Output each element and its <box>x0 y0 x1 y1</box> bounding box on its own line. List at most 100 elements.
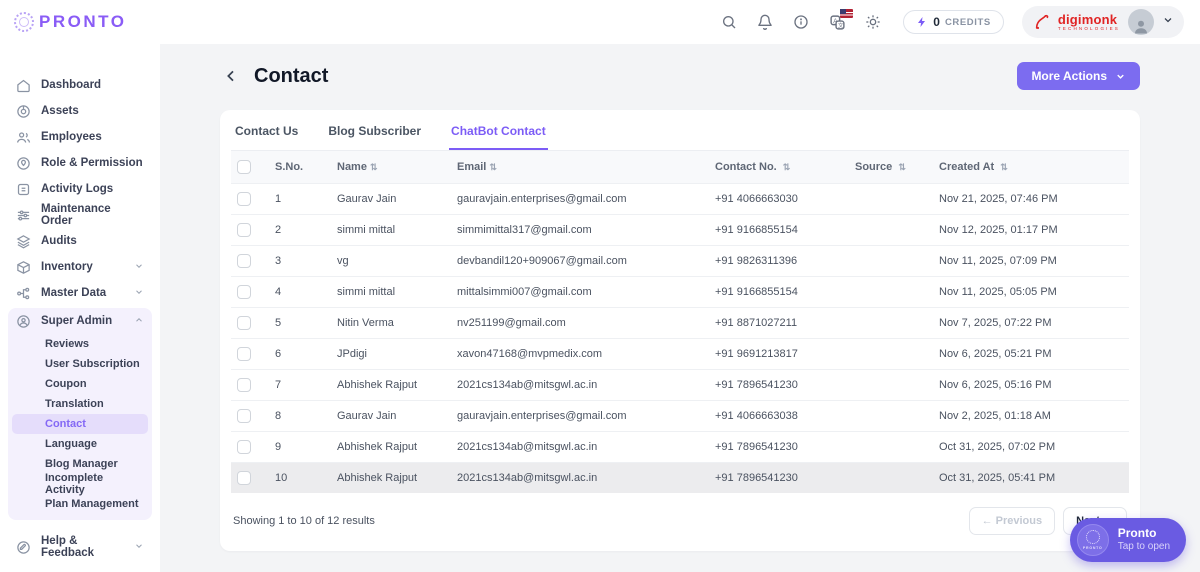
table-row[interactable]: 5 Nitin Verma nv251199@gmail.com +91 887… <box>231 308 1129 339</box>
cell-source <box>849 463 933 494</box>
language-translate-icon[interactable]: A文 <box>823 8 851 36</box>
cell-email: gauravjain.enterprises@gmail.com <box>451 401 709 432</box>
main-content: Contact More Actions Contact Us Blog Sub… <box>160 44 1200 572</box>
notification-bell-icon[interactable] <box>751 8 779 36</box>
table-row[interactable]: 10 Abhishek Rajput 2021cs134ab@mitsgwl.a… <box>231 463 1129 494</box>
table-row[interactable]: 7 Abhishek Rajput 2021cs134ab@mitsgwl.ac… <box>231 370 1129 401</box>
column-sno: S.No. <box>269 151 331 184</box>
cell-email: 2021cs134ab@mitsgwl.ac.in <box>451 463 709 494</box>
more-actions-button[interactable]: More Actions <box>1017 62 1140 90</box>
cell-created: Oct 31, 2025, 05:41 PM <box>933 463 1129 494</box>
sidebar-item-maintenance-order[interactable]: Maintenance Order <box>8 202 152 228</box>
chevron-down-icon <box>1115 71 1126 82</box>
row-checkbox[interactable] <box>237 347 251 361</box>
sidebar-subitem-translation[interactable]: Translation <box>12 394 148 414</box>
sidebar-item-help-feedback[interactable]: Help & Feedback <box>8 534 152 560</box>
sidebar-item-role-permission[interactable]: Role & Permission <box>8 150 152 176</box>
sort-icon[interactable]: ⇅ <box>783 162 791 172</box>
org-logo-text: digimonk TECHNOLOGIES <box>1058 13 1120 32</box>
table-row[interactable]: 6 JPdigi xavon47168@mvpmedix.com +91 969… <box>231 339 1129 370</box>
pronto-chat-widget[interactable]: PRONTO Pronto Tap to open <box>1070 518 1186 562</box>
sidebar-subitem-user-subscription[interactable]: User Subscription <box>12 354 148 374</box>
pronto-globe-icon <box>14 12 34 32</box>
cell-email: 2021cs134ab@mitsgwl.ac.in <box>451 370 709 401</box>
select-all-checkbox[interactable] <box>237 160 251 174</box>
table-row[interactable]: 8 Gaurav Jain gauravjain.enterprises@gma… <box>231 401 1129 432</box>
column-name[interactable]: Name⇅ <box>331 151 451 184</box>
table-row[interactable]: 2 simmi mittal simmimittal317@gmail.com … <box>231 215 1129 246</box>
cell-created: Nov 7, 2025, 07:22 PM <box>933 308 1129 339</box>
row-checkbox[interactable] <box>237 440 251 454</box>
table-row[interactable]: 3 vg devbandil120+909067@gmail.com +91 9… <box>231 246 1129 277</box>
account-chevron-down-icon[interactable] <box>1162 13 1174 31</box>
network-icon <box>16 286 31 301</box>
column-source[interactable]: Source ⇅ <box>849 151 933 184</box>
row-checkbox[interactable] <box>237 285 251 299</box>
sidebar-subitem-reviews[interactable]: Reviews <box>12 334 148 354</box>
sidebar-item-dashboard[interactable]: Dashboard <box>8 72 152 98</box>
cell-contact: +91 9166855154 <box>709 215 849 246</box>
table-row[interactable]: 4 simmi mittal mittalsimmi007@gmail.com … <box>231 277 1129 308</box>
row-checkbox[interactable] <box>237 223 251 237</box>
table-row[interactable]: 9 Abhishek Rajput 2021cs134ab@mitsgwl.ac… <box>231 432 1129 463</box>
row-checkbox[interactable] <box>237 254 251 268</box>
column-created[interactable]: Created At ⇅ <box>933 151 1129 184</box>
search-icon[interactable] <box>715 8 743 36</box>
sort-icon[interactable]: ⇅ <box>370 162 378 172</box>
pronto-logo[interactable]: PRONTO <box>14 12 126 32</box>
row-checkbox[interactable] <box>237 378 251 392</box>
sort-icon[interactable]: ⇅ <box>1000 162 1008 172</box>
credits-badge[interactable]: 0 CREDITS <box>903 10 1004 34</box>
sidebar-item-label: Audits <box>41 235 77 247</box>
column-email[interactable]: Email⇅ <box>451 151 709 184</box>
role-icon <box>16 156 31 171</box>
sidebar-item-audits[interactable]: Audits <box>8 228 152 254</box>
cell-created: Nov 12, 2025, 01:17 PM <box>933 215 1129 246</box>
sidebar-subitem-incomplete-activity[interactable]: Incomplete Activity <box>12 474 148 494</box>
sidebar-item-master-data[interactable]: Master Data <box>8 280 152 306</box>
cell-sno: 7 <box>269 370 331 401</box>
cell-sno: 6 <box>269 339 331 370</box>
page-header: Contact More Actions <box>220 62 1140 90</box>
page-title: Contact <box>254 65 328 88</box>
sort-icon[interactable]: ⇅ <box>489 162 497 172</box>
sidebar-item-employees[interactable]: Employees <box>8 124 152 150</box>
row-checkbox[interactable] <box>237 192 251 206</box>
sidebar-subitem-language[interactable]: Language <box>12 434 148 454</box>
sidebar-footer: Help & Feedback <box>8 534 152 560</box>
sidebar-item-inventory[interactable]: Inventory <box>8 254 152 280</box>
column-contact[interactable]: Contact No. ⇅ <box>709 151 849 184</box>
tab-chatbot-contact[interactable]: ChatBot Contact <box>449 124 548 150</box>
sidebar-item-activity-logs[interactable]: Activity Logs <box>8 176 152 202</box>
cell-contact: +91 4066663038 <box>709 401 849 432</box>
pronto-chat-logo-icon: PRONTO <box>1077 524 1109 556</box>
info-icon[interactable] <box>787 8 815 36</box>
logs-icon <box>16 182 31 197</box>
account-menu[interactable]: digimonk TECHNOLOGIES <box>1022 6 1184 38</box>
sidebar-subitem-coupon[interactable]: Coupon <box>12 374 148 394</box>
row-checkbox[interactable] <box>237 409 251 423</box>
cell-contact: +91 9826311396 <box>709 246 849 277</box>
tab-blog-subscriber[interactable]: Blog Subscriber <box>326 124 423 150</box>
sidebar-item-super-admin[interactable]: Super Admin <box>8 308 152 334</box>
cell-source <box>849 308 933 339</box>
table-row[interactable]: 1 Gaurav Jain gauravjain.enterprises@gma… <box>231 184 1129 215</box>
bolt-icon <box>916 16 928 28</box>
tab-contact-us[interactable]: Contact Us <box>233 124 300 150</box>
sidebar-subitem-contact[interactable]: Contact <box>12 414 148 434</box>
sort-icon[interactable]: ⇅ <box>898 162 906 172</box>
topbar-actions: A文 0 CREDITS digimonk TECHNOLOGIES <box>715 6 1184 38</box>
sidebar-item-label: Activity Logs <box>41 183 113 195</box>
sidebar-subitem-blog-manager[interactable]: Blog Manager <box>12 454 148 474</box>
sidebar-subitem-label: Blog Manager <box>45 458 118 470</box>
contact-card: Contact Us Blog Subscriber ChatBot Conta… <box>220 110 1140 551</box>
row-checkbox[interactable] <box>237 316 251 330</box>
sidebar-item-assets[interactable]: Assets <box>8 98 152 124</box>
back-chevron-icon[interactable] <box>220 65 242 87</box>
sliders-icon <box>16 208 31 223</box>
row-checkbox[interactable] <box>237 471 251 485</box>
theme-sun-icon[interactable] <box>859 8 887 36</box>
user-avatar[interactable] <box>1128 9 1154 35</box>
previous-page-button[interactable]: ← Previous <box>969 507 1056 535</box>
sidebar-subitem-plan-management[interactable]: Plan Management <box>12 494 148 514</box>
